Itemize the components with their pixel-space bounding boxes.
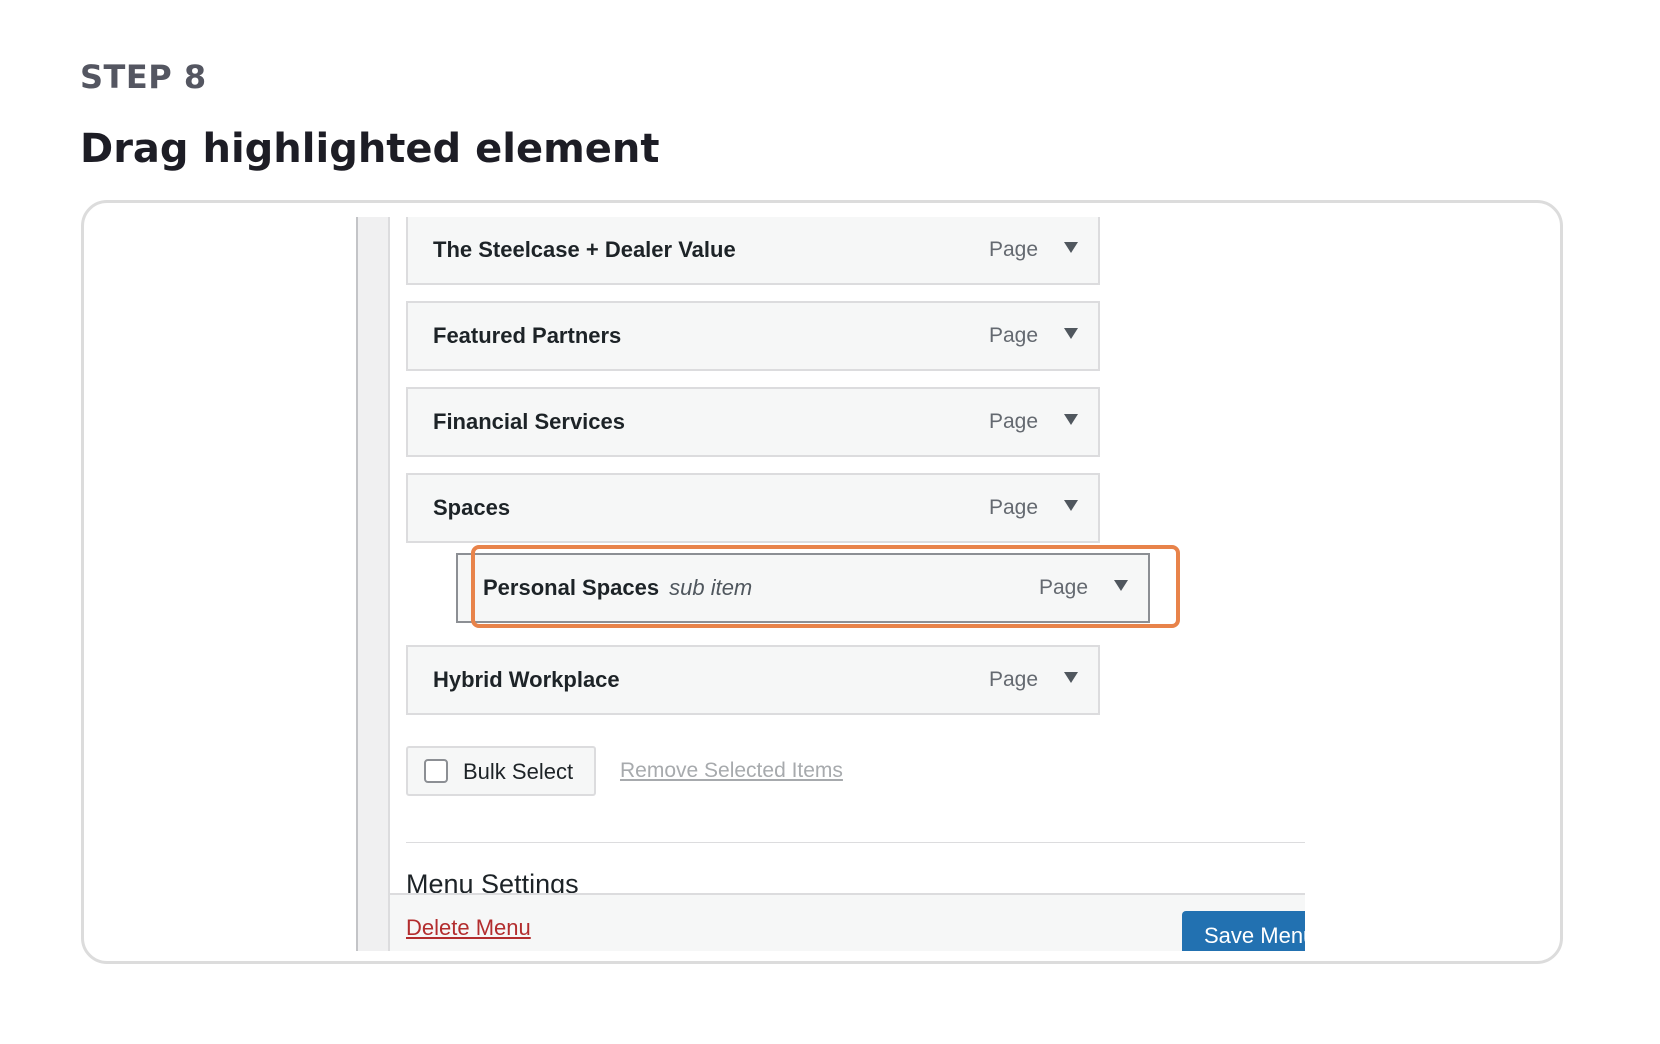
expand-arrow-icon[interactable] xyxy=(1064,414,1078,425)
screenshot-frame: The Steelcase + Dealer Value Page Featur… xyxy=(81,200,1563,964)
menu-item-title: The Steelcase + Dealer Value xyxy=(433,237,736,262)
save-menu-button[interactable]: Save Menu xyxy=(1182,911,1305,951)
expand-arrow-icon[interactable] xyxy=(1064,500,1078,511)
expand-arrow-icon[interactable] xyxy=(1064,242,1078,253)
menu-item-type: Page xyxy=(988,668,1038,691)
menu-item-title: Financial Services xyxy=(433,409,625,434)
menu-item-type: Page xyxy=(988,410,1038,433)
menu-item-personal-spaces[interactable]: Personal Spaces sub item Page xyxy=(456,553,1150,623)
left-rail xyxy=(356,217,390,951)
remove-selected-items-link[interactable]: Remove Selected Items xyxy=(620,746,843,796)
menu-item-hybrid-workplace[interactable]: Hybrid Workplace Page xyxy=(406,645,1100,715)
expand-arrow-icon[interactable] xyxy=(1114,580,1128,591)
divider xyxy=(406,842,1305,843)
step-title: Drag highlighted element xyxy=(80,126,660,172)
menu-item-type: Page xyxy=(1038,576,1088,599)
menu-editor-screenshot: The Steelcase + Dealer Value Page Featur… xyxy=(356,217,1305,951)
menu-item-title-text: Personal Spaces xyxy=(483,575,660,600)
menu-item-financial-services[interactable]: Financial Services Page xyxy=(406,387,1100,457)
step-label: STEP 8 xyxy=(80,58,207,96)
menu-item-steelcase-dealer-value[interactable]: The Steelcase + Dealer Value Page xyxy=(406,217,1100,285)
menu-item-featured-partners[interactable]: Featured Partners Page xyxy=(406,301,1100,371)
expand-arrow-icon[interactable] xyxy=(1064,328,1078,339)
menu-item-title: Featured Partners xyxy=(433,323,622,348)
bulk-select-checkbox[interactable] xyxy=(424,759,448,783)
footer-bar: Delete Menu Save Menu xyxy=(390,893,1305,951)
menu-item-type: Page xyxy=(988,496,1038,519)
menu-item-subtitle: sub item xyxy=(669,575,753,600)
menu-item-type: Page xyxy=(988,238,1038,261)
menu-item-type: Page xyxy=(988,324,1038,347)
bulk-select-label: Bulk Select xyxy=(463,759,574,784)
expand-arrow-icon[interactable] xyxy=(1064,672,1078,683)
delete-menu-link[interactable]: Delete Menu xyxy=(406,913,531,943)
menu-item-spaces[interactable]: Spaces Page xyxy=(406,473,1100,543)
menu-item-title: Personal Spaces sub item xyxy=(483,555,752,621)
menu-item-title: Hybrid Workplace xyxy=(433,667,620,692)
bulk-select-button[interactable]: Bulk Select xyxy=(406,746,596,796)
menu-item-title: Spaces xyxy=(433,495,511,520)
